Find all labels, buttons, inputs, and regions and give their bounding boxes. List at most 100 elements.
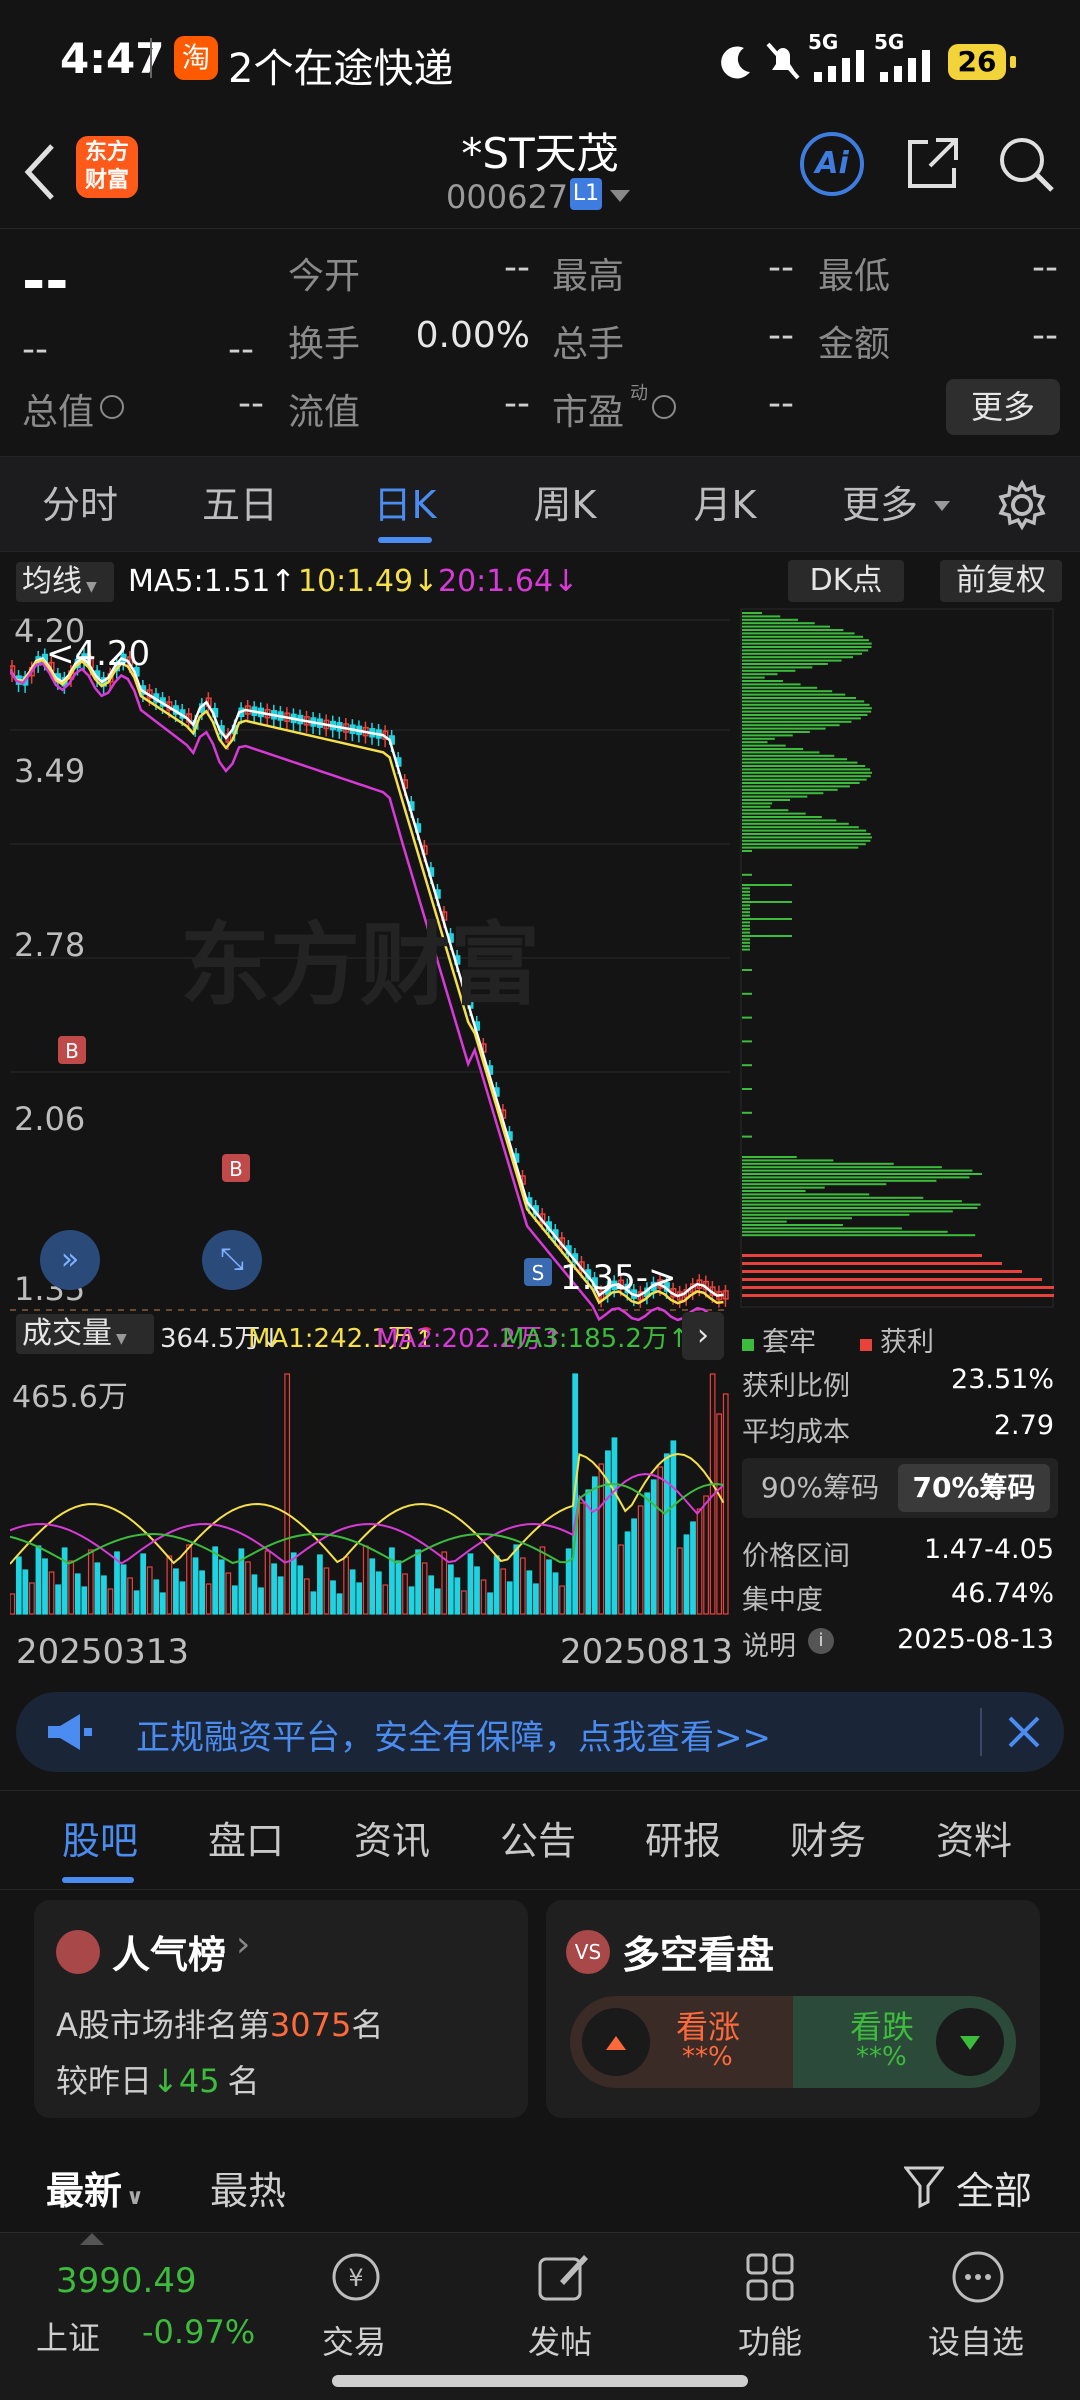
sort-hot[interactable]: 最热 xyxy=(210,2160,286,2215)
chip-bar-profit xyxy=(742,1270,1022,1273)
field-value: -- xyxy=(768,315,794,356)
info-icon[interactable] xyxy=(652,395,676,419)
nav-add-watchlist[interactable]: 设自选 xyxy=(928,2317,1024,2363)
info-icon[interactable]: i xyxy=(808,1628,834,1654)
chip-bar xyxy=(742,938,750,941)
volume-bar xyxy=(513,1544,520,1615)
field-label: 最低 xyxy=(818,256,891,297)
vote-down-pct: **% xyxy=(856,2042,907,2072)
chip-bar xyxy=(742,1207,978,1209)
vol-ma3: MA3:185.2万↑ xyxy=(502,1324,690,1354)
ma-selector[interactable]: 均线 ▼ xyxy=(16,562,114,602)
chip-stat-label: 获利比例 xyxy=(742,1371,850,1402)
bottom-nav: 3990.49 上证 -0.97% ¥ 交易 发帖 功能 设自选 xyxy=(0,2232,1080,2400)
promo-banner[interactable]: 正规融资平台，安全有保障，点我查看>> xyxy=(16,1692,1064,1772)
megaphone-icon xyxy=(48,1714,92,1750)
tab-finance[interactable]: 财务 xyxy=(790,1791,866,1891)
dk-point-button[interactable]: DK点 xyxy=(788,560,904,602)
card-title: 人气榜 xyxy=(112,1933,227,1977)
chip-bar xyxy=(742,652,863,655)
chip-bar xyxy=(742,921,750,924)
volume-bar xyxy=(107,1588,114,1615)
volume-bar xyxy=(127,1577,133,1615)
search-icon[interactable] xyxy=(996,134,1056,194)
back-icon[interactable] xyxy=(20,140,60,204)
volume-bar xyxy=(101,1575,107,1615)
info-icon[interactable] xyxy=(100,395,124,419)
index-value[interactable]: 3990.49 xyxy=(56,2261,197,2301)
chip-bar xyxy=(742,894,750,897)
chip-bar xyxy=(742,836,872,839)
volume-bar xyxy=(10,1593,16,1615)
expand-left-icon[interactable]: » xyxy=(40,1230,100,1290)
vote-up-button[interactable] xyxy=(582,2008,650,2076)
nav-functions[interactable]: 功能 xyxy=(738,2317,802,2363)
mute-bell-icon xyxy=(766,42,800,80)
volume-bar xyxy=(631,1518,637,1615)
kline-tabs: 分时 五日 日K 周K 月K 更多 xyxy=(0,456,1080,552)
chip-bar xyxy=(742,1190,806,1192)
share-icon[interactable] xyxy=(902,134,962,194)
chip-90-button[interactable]: 90%筹码 xyxy=(750,1464,890,1512)
tab-weekly-k[interactable]: 周K xyxy=(505,457,625,553)
chip-bar xyxy=(742,931,750,934)
nav-trade[interactable]: 交易 xyxy=(322,2317,386,2363)
popularity-card[interactable]: 人气榜 › A股市场排名第3075名 较昨日↓45 名 xyxy=(34,1900,528,2118)
volume-bar xyxy=(454,1577,461,1615)
chip-frame xyxy=(740,608,1054,1308)
chip-bar xyxy=(742,805,771,808)
chip-stat-label: 集中度 xyxy=(742,1585,823,1616)
chip-bar xyxy=(742,615,781,618)
tab-research[interactable]: 研报 xyxy=(645,1791,721,1891)
sort-latest[interactable]: 最新 ∨ xyxy=(46,2160,144,2215)
tab-announcements[interactable]: 公告 xyxy=(500,1791,576,1891)
tab-monthly-k[interactable]: 月K xyxy=(665,457,785,553)
vote-down-button[interactable] xyxy=(936,2008,1004,2076)
tab-five-day[interactable]: 五日 xyxy=(180,457,300,553)
volume-bar xyxy=(395,1560,402,1615)
chip-bar xyxy=(742,639,869,642)
chip-bar xyxy=(742,768,871,771)
volume-bar xyxy=(323,1567,330,1615)
volume-bar xyxy=(186,1544,192,1615)
volume-selector[interactable]: 成交量 ▼ xyxy=(16,1314,154,1354)
chip-bar xyxy=(742,1169,973,1172)
app-logo[interactable]: 东方 财富 xyxy=(76,136,138,198)
volume-bar xyxy=(264,1550,271,1615)
chip-stat-value: 23.51% xyxy=(951,1364,1054,1395)
tab-guba[interactable]: 股吧 xyxy=(62,1791,138,1891)
tab-profile[interactable]: 资料 xyxy=(936,1791,1012,1891)
legend-trap: 套牢 xyxy=(742,1320,816,1359)
divider xyxy=(150,38,152,78)
settings-icon[interactable] xyxy=(996,479,1048,531)
chevron-right-icon[interactable]: › xyxy=(682,1312,724,1360)
caret-up-icon xyxy=(80,2233,104,2245)
volume-bar xyxy=(389,1547,395,1615)
filter-icon[interactable] xyxy=(904,2166,944,2210)
fullscreen-icon[interactable]: ⤡ xyxy=(202,1230,262,1290)
tab-news[interactable]: 资讯 xyxy=(354,1791,430,1891)
volume-bar xyxy=(618,1544,624,1615)
stock-name[interactable]: *ST天茂 xyxy=(340,120,740,181)
adjust-button[interactable]: 前复权 xyxy=(940,560,1062,602)
volume-bar xyxy=(421,1562,428,1615)
volume-bar xyxy=(133,1590,140,1615)
chip-bar xyxy=(742,734,793,737)
tab-pankou[interactable]: 盘口 xyxy=(208,1791,284,1891)
chip-bar xyxy=(742,1088,752,1090)
close-icon[interactable] xyxy=(1006,1714,1042,1750)
chip-70-button[interactable]: 70%筹码 xyxy=(898,1464,1050,1512)
nav-post[interactable]: 发帖 xyxy=(528,2317,592,2363)
filter-all[interactable]: 全部 xyxy=(956,2160,1032,2215)
more-dots-icon xyxy=(952,2251,1004,2303)
volume-bar xyxy=(159,1592,166,1615)
volume-bar xyxy=(290,1552,297,1615)
tab-intraday[interactable]: 分时 xyxy=(20,457,140,553)
dropdown-icon[interactable] xyxy=(610,190,630,204)
chip-bar xyxy=(742,727,826,730)
more-button[interactable]: 更多 xyxy=(946,379,1060,435)
chip-bar xyxy=(742,744,786,747)
ai-button[interactable]: Ai xyxy=(800,132,864,196)
tab-more[interactable]: 更多 xyxy=(830,457,930,553)
notification-text: 2个在途快递 xyxy=(228,46,454,92)
